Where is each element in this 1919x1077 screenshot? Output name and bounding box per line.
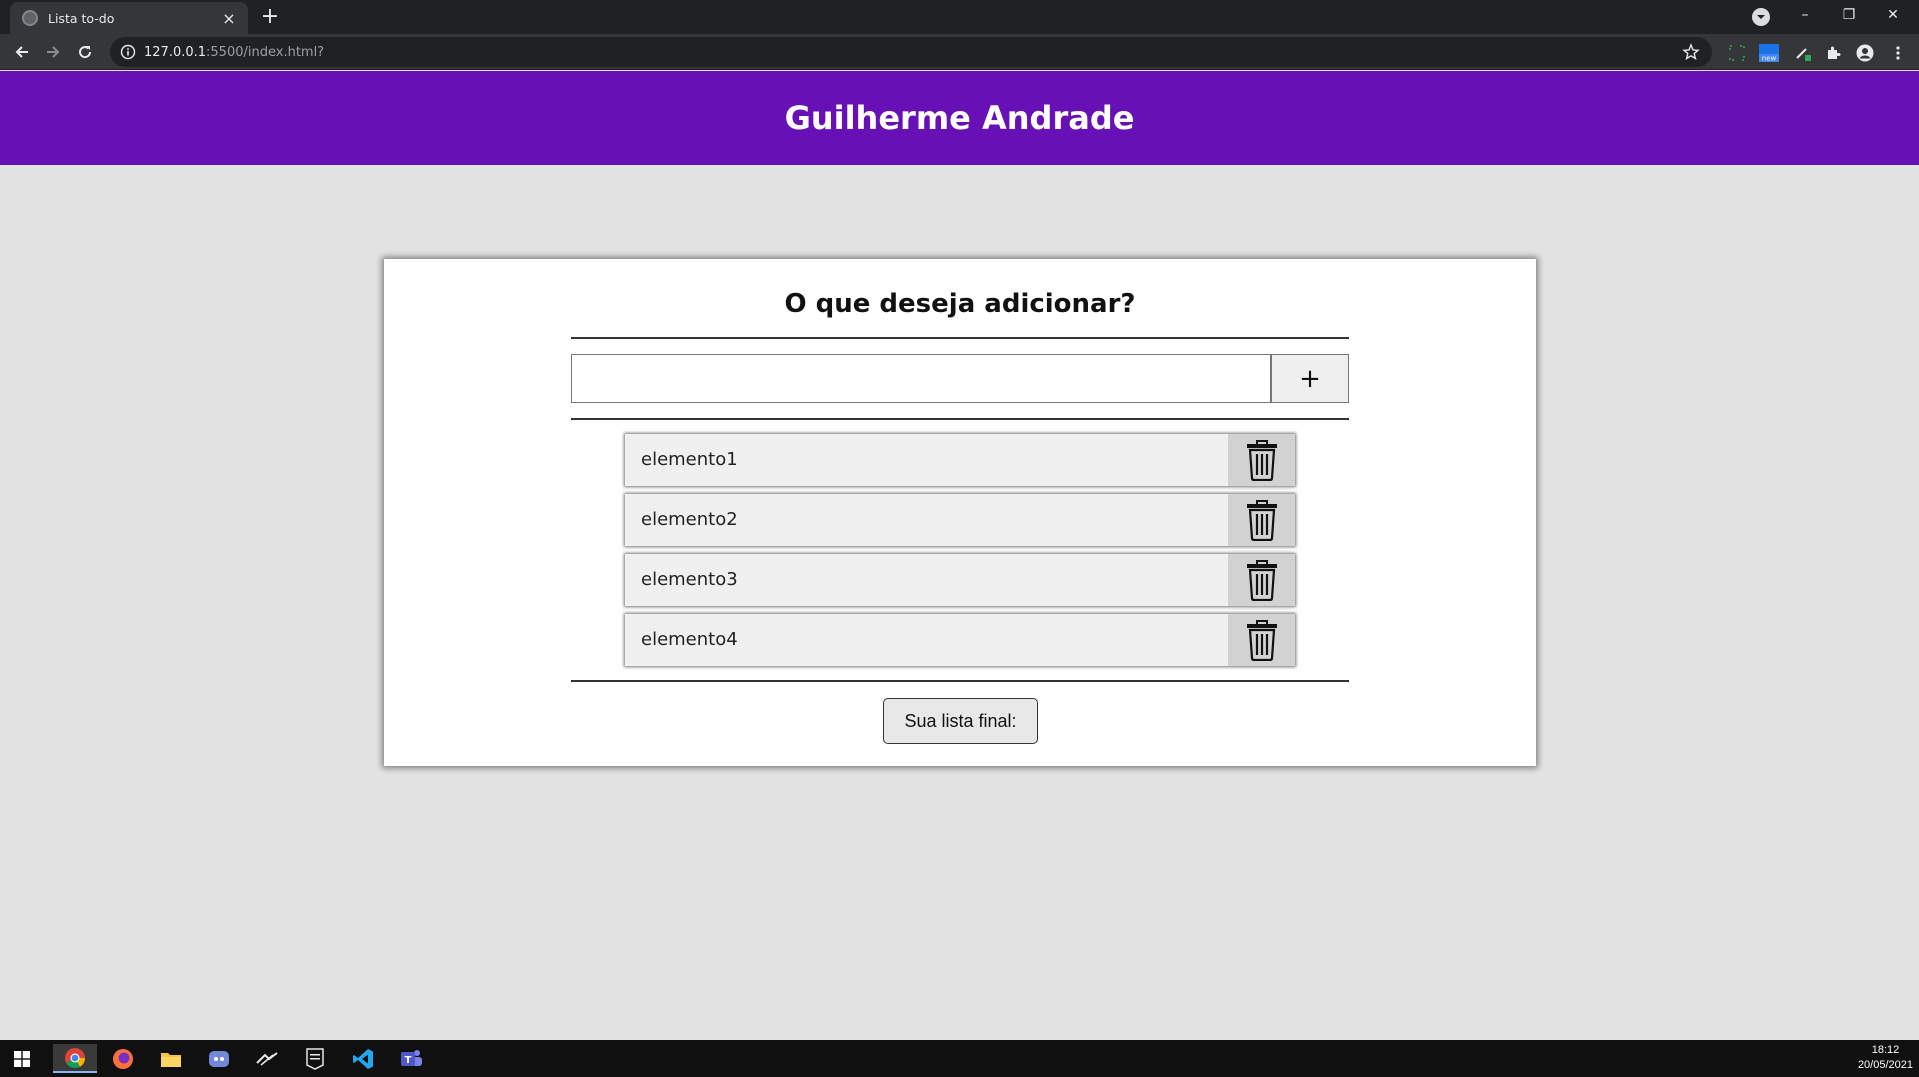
chrome-menu-icon[interactable]	[1887, 42, 1909, 64]
clock-time: 18:12	[1871, 1044, 1900, 1056]
browser-toolbar: 127.0.0.1:5500/index.html? new	[0, 34, 1919, 70]
reload-icon[interactable]	[71, 38, 99, 66]
forward-arrow-icon[interactable]	[39, 38, 67, 66]
tab-search-icon[interactable]	[1752, 8, 1770, 26]
profile-avatar-icon[interactable]	[1854, 42, 1876, 64]
delete-item-button[interactable]	[1228, 434, 1295, 486]
hyperx-taskbar-icon[interactable]	[245, 1044, 289, 1073]
tab-close-icon[interactable]: ×	[220, 9, 238, 28]
divider-top	[571, 337, 1349, 339]
back-arrow-icon[interactable]	[8, 38, 36, 66]
windows-taskbar: T 18:12 20/05/2021	[0, 1040, 1919, 1077]
todo-input[interactable]	[571, 354, 1271, 403]
todo-card: O que deseja adicionar? + elemento1 elem…	[384, 259, 1536, 766]
delete-item-button[interactable]	[1228, 554, 1295, 606]
teams-taskbar-icon[interactable]: T	[389, 1044, 433, 1073]
list-item: elemento1	[625, 434, 1295, 486]
browser-tab-strip: Lista to-do × + – ❐ ✕	[0, 0, 1919, 34]
final-list-button[interactable]: Sua lista final:	[883, 698, 1038, 744]
list-item-label: elemento3	[641, 569, 738, 590]
page-title: Guilherme Andrade	[784, 99, 1135, 137]
windows-start-icon[interactable]	[0, 1044, 44, 1073]
list-item: elemento4	[625, 614, 1295, 666]
clock-date: 20/05/2021	[1857, 1059, 1913, 1071]
divider-bottom	[571, 680, 1349, 682]
svg-text:T: T	[405, 1055, 412, 1066]
address-bar[interactable]: 127.0.0.1:5500/index.html?	[110, 37, 1712, 67]
restore-button[interactable]: ❐	[1827, 0, 1871, 30]
list-item-label: elemento2	[641, 509, 738, 530]
trash-icon	[1246, 500, 1277, 541]
extensions-puzzle-icon[interactable]	[1822, 42, 1844, 64]
site-info-icon[interactable]	[120, 44, 136, 60]
tab-title: Lista to-do	[48, 10, 115, 26]
url-host: 127.0.0.1	[144, 44, 207, 60]
discord-taskbar-icon[interactable]	[197, 1044, 241, 1073]
delete-item-button[interactable]	[1228, 614, 1295, 666]
card-title: O que deseja adicionar?	[784, 289, 1136, 319]
list-item: elemento2	[625, 494, 1295, 546]
vscode-taskbar-icon[interactable]	[341, 1044, 385, 1073]
trash-icon	[1246, 560, 1277, 601]
file-explorer-taskbar-icon[interactable]	[149, 1044, 193, 1073]
url-path: :5500/index.html?	[206, 44, 325, 60]
new-tab-button[interactable]: +	[258, 4, 282, 30]
bookmark-star-icon[interactable]	[1682, 43, 1700, 61]
page-header: Guilherme Andrade	[0, 71, 1919, 165]
add-item-button[interactable]: +	[1271, 354, 1349, 403]
trash-icon	[1246, 440, 1277, 481]
new-extension-icon[interactable]: new	[1758, 42, 1780, 64]
epic-games-taskbar-icon[interactable]	[293, 1044, 337, 1073]
trash-icon	[1246, 620, 1277, 661]
delete-item-button[interactable]	[1228, 494, 1295, 546]
list-item: elemento3	[625, 554, 1295, 606]
list-item-label: elemento1	[641, 449, 738, 470]
close-window-button[interactable]: ✕	[1871, 0, 1915, 30]
list-item-label: elemento4	[641, 629, 738, 650]
screenshot-extension-icon[interactable]	[1726, 42, 1748, 64]
firefox-taskbar-icon[interactable]	[101, 1044, 145, 1073]
globe-icon	[22, 10, 38, 26]
svg-text:new: new	[1762, 55, 1777, 63]
taskbar-clock[interactable]: 18:12 20/05/2021	[1858, 1043, 1913, 1073]
minimize-button[interactable]: –	[1783, 0, 1827, 30]
divider-middle	[571, 418, 1349, 420]
chrome-taskbar-icon[interactable]	[53, 1044, 97, 1073]
browser-tab[interactable]: Lista to-do ×	[10, 2, 248, 34]
pen-extension-icon[interactable]	[1792, 42, 1814, 64]
